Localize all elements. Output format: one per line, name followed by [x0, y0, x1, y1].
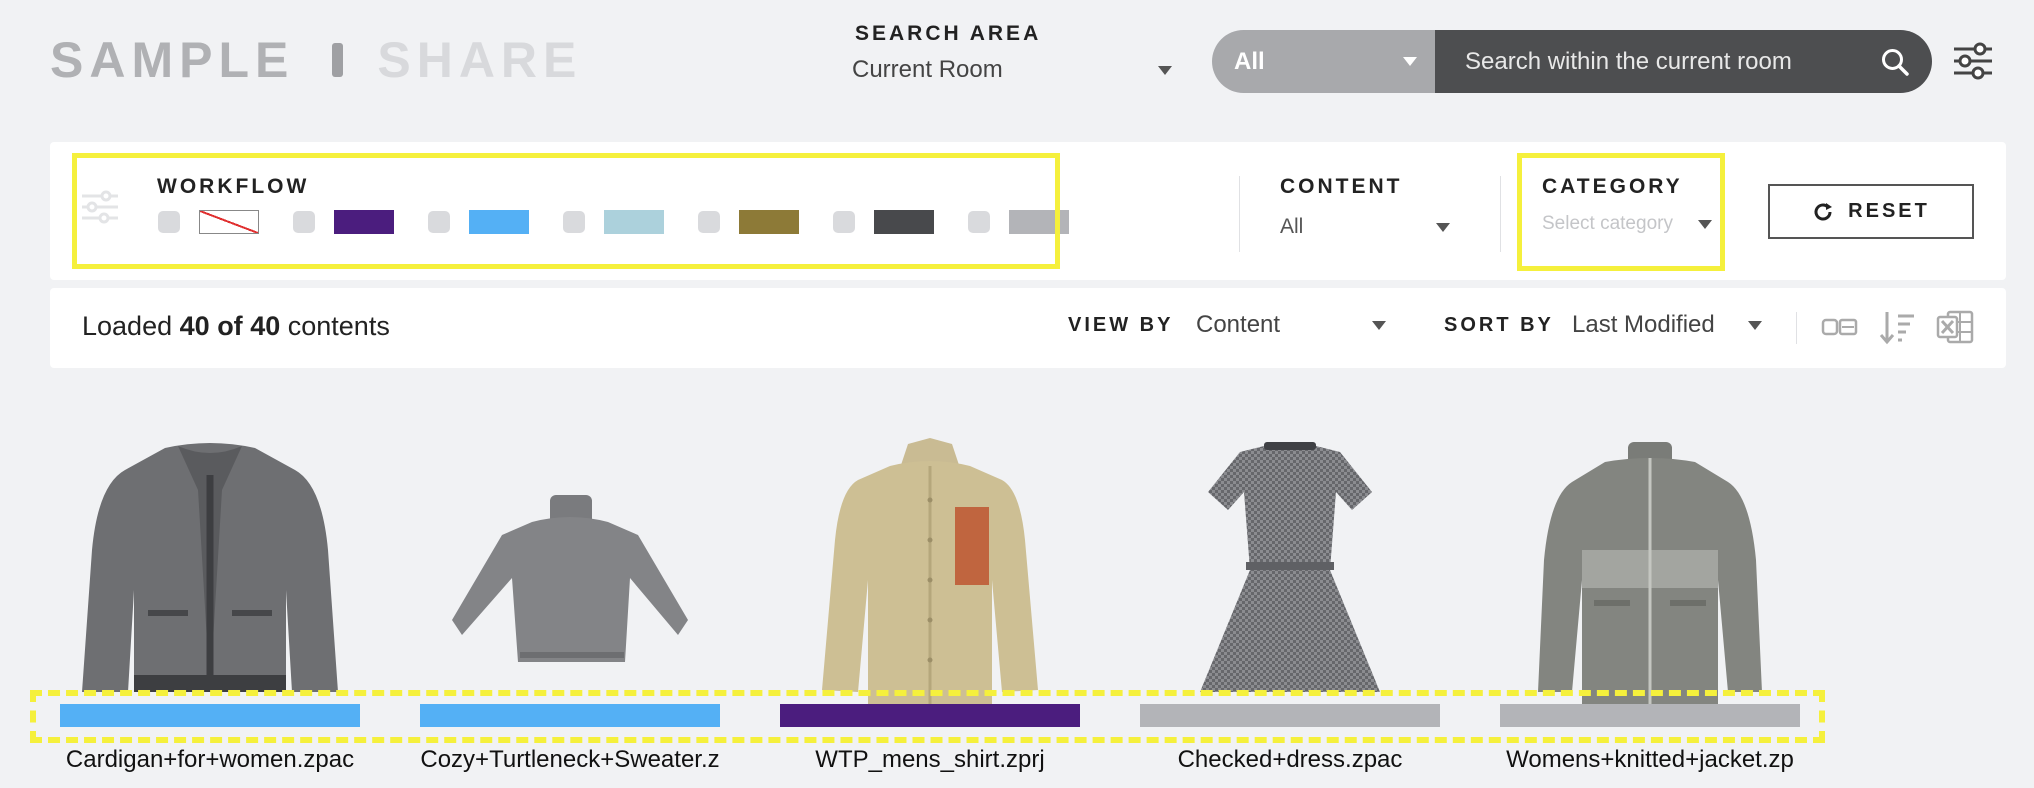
content-name[interactable]: Cozy+Turtleneck+Sweater.z — [390, 746, 750, 774]
content-filter: CONTENT All — [1280, 175, 1450, 239]
loaded-suffix: contents — [287, 311, 390, 341]
brand-secondary: SHARE — [377, 32, 583, 88]
view-by-dropdown[interactable]: Content — [1196, 311, 1386, 339]
content-name[interactable]: WTP_mens_shirt.zprj — [750, 746, 1110, 774]
content-label: CONTENT — [1280, 175, 1403, 198]
search-bar: All Search within the current room — [1212, 30, 1932, 93]
jacket-thumbnail[interactable] — [1500, 430, 1800, 705]
brand-primary: SAMPLE — [50, 32, 295, 88]
search-scope-value: All — [1234, 47, 1265, 75]
chevron-down-icon — [1372, 320, 1386, 330]
search-area-value: Current Room — [852, 56, 1003, 83]
search-area-dropdown[interactable]: Current Room — [852, 56, 1172, 84]
category-highlight-box — [1517, 153, 1725, 271]
view-by-label: VIEW BY — [1068, 314, 1174, 336]
chevron-down-icon — [1748, 320, 1762, 330]
sort-by-value: Last Modified — [1572, 311, 1715, 338]
content-dropdown[interactable]: All — [1280, 215, 1450, 239]
loaded-count-text: Loaded 40 of 40 contents — [82, 311, 390, 342]
chevron-down-icon — [1436, 222, 1450, 232]
sort-by-label: SORT BY — [1444, 314, 1554, 336]
search-scope-dropdown[interactable]: All — [1212, 30, 1435, 93]
toolbar-divider — [1796, 312, 1797, 344]
loaded-total: 40 — [250, 311, 281, 341]
content-name[interactable]: Cardigan+for+women.zpac — [30, 746, 390, 774]
refresh-icon — [1814, 202, 1833, 220]
reset-button[interactable]: RESET — [1768, 184, 1974, 239]
workflow-highlight-box — [72, 153, 1060, 269]
search-area-label: SEARCH AREA — [855, 22, 1042, 45]
content-name[interactable]: Womens+knitted+jacket.zp — [1470, 746, 1830, 774]
excel-export-icon[interactable] — [1936, 308, 1976, 346]
loaded-count: 40 — [179, 311, 210, 341]
reset-label: RESET — [1848, 200, 1930, 222]
loaded-of: of — [217, 311, 243, 341]
cardigan-thumbnail[interactable] — [60, 430, 360, 705]
view-toggle-icon[interactable] — [1820, 308, 1860, 346]
search-area-selector[interactable]: SEARCH AREA Current Room — [852, 22, 1172, 84]
brand-separator — [332, 43, 344, 77]
content-value: All — [1280, 215, 1304, 238]
search-icon[interactable] — [1880, 47, 1910, 77]
loaded-prefix: Loaded — [82, 311, 173, 341]
advanced-filter-icon[interactable] — [1952, 42, 1994, 80]
filter-divider — [1239, 176, 1240, 252]
content-name[interactable]: Checked+dress.zpac — [1110, 746, 1470, 774]
chevron-down-icon — [1403, 57, 1417, 66]
sort-by-dropdown[interactable]: Last Modified — [1572, 311, 1762, 339]
turtleneck-thumbnail[interactable] — [420, 430, 720, 705]
brand-logo[interactable]: SAMPLE SHARE — [50, 32, 582, 88]
workflow-bar-highlight-box — [30, 690, 1825, 743]
search-input[interactable]: Search within the current room — [1435, 30, 1932, 93]
shirt-thumbnail[interactable] — [780, 430, 1080, 705]
sort-order-icon[interactable] — [1878, 308, 1918, 346]
search-placeholder: Search within the current room — [1465, 47, 1792, 75]
dress-thumbnail[interactable] — [1140, 430, 1440, 705]
filter-divider — [1500, 176, 1501, 252]
view-by-value: Content — [1196, 311, 1281, 338]
chevron-down-icon — [1158, 65, 1172, 75]
